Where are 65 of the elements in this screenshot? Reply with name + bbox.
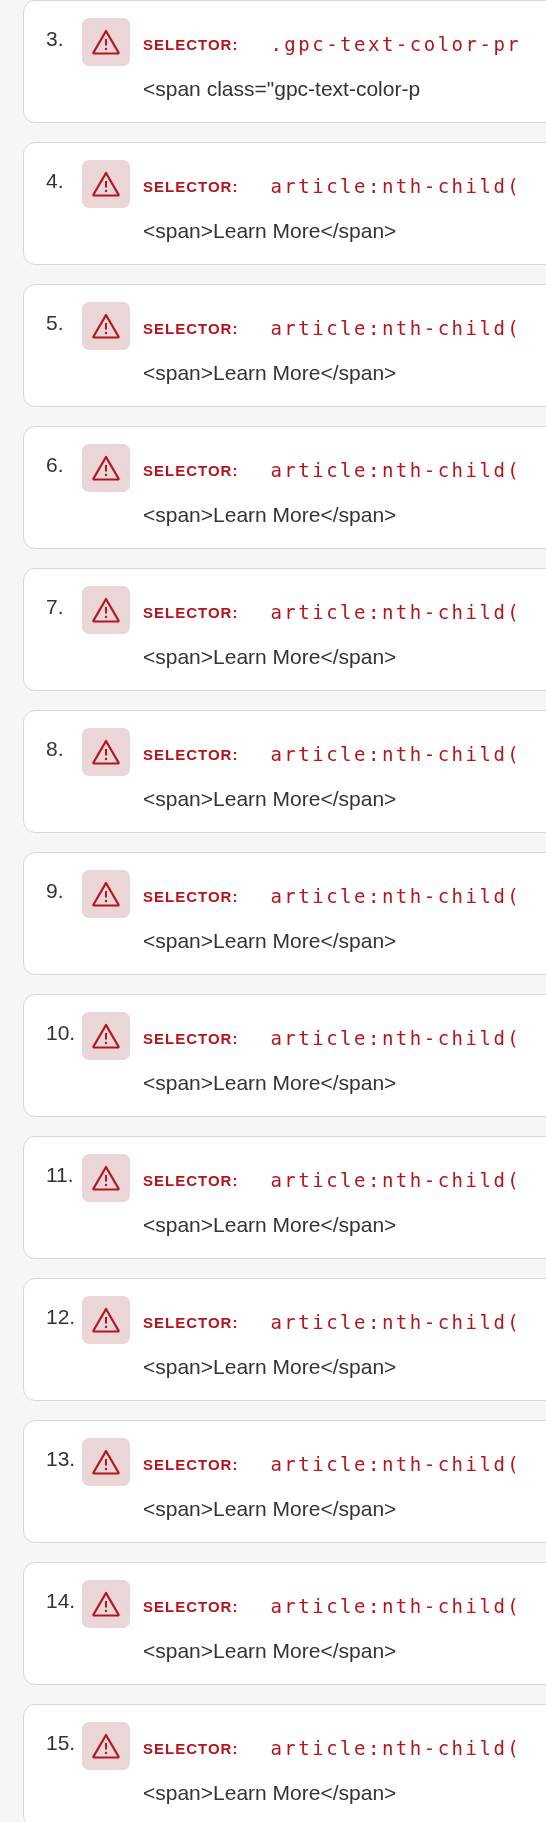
selector-code: article:nth-child(: [270, 1311, 522, 1333]
selector-label: SELECTOR:: [143, 461, 239, 479]
html-snippet: <span>Learn More</span>: [142, 787, 398, 812]
issue-number: 9.: [46, 879, 65, 903]
html-snippet: <span>Learn More</span>: [142, 1355, 398, 1380]
warning-icon: [82, 1438, 130, 1486]
warning-icon: [82, 1580, 130, 1628]
selector-code: article:nth-child(: [270, 459, 522, 481]
html-snippet: <span>Learn More</span>: [142, 1497, 398, 1522]
selector-label: SELECTOR:: [143, 1455, 239, 1473]
warning-icon: [82, 18, 130, 66]
warning-icon: [82, 728, 130, 776]
warning-icon: [82, 1154, 130, 1202]
warning-icon: [82, 1296, 130, 1344]
issue-number: 10.: [46, 1021, 77, 1045]
issue-number: 7.: [46, 595, 65, 619]
selector-label: SELECTOR:: [143, 603, 239, 621]
html-snippet: <span>Learn More</span>: [142, 1781, 398, 1806]
selector-label: SELECTOR:: [143, 35, 239, 53]
warning-icon: [82, 302, 130, 350]
selector-code: article:nth-child(: [270, 1169, 522, 1191]
selector-label: SELECTOR:: [143, 319, 239, 337]
warning-icon: [82, 444, 130, 492]
selector-code: .gpc-text-color-pr: [270, 33, 522, 55]
issue-number: 3.: [46, 27, 65, 51]
html-snippet: <span>Learn More</span>: [142, 645, 398, 670]
selector-code: article:nth-child(: [270, 1737, 522, 1759]
warning-icon: [82, 160, 130, 208]
selector-code: article:nth-child(: [270, 317, 522, 339]
selector-label: SELECTOR:: [143, 1029, 239, 1047]
selector-code: article:nth-child(: [270, 175, 522, 197]
selector-label: SELECTOR:: [143, 1739, 239, 1757]
html-snippet: <span>Learn More</span>: [142, 361, 398, 386]
issue-number: 11.: [46, 1163, 75, 1187]
issue-number: 6.: [46, 453, 65, 477]
html-snippet: <span>Learn More</span>: [142, 219, 398, 244]
html-snippet: <span class="gpc-text-color-p: [142, 77, 422, 102]
warning-icon: [82, 870, 130, 918]
html-snippet: <span>Learn More</span>: [142, 929, 398, 954]
selector-label: SELECTOR:: [143, 177, 239, 195]
warning-icon: [82, 1012, 130, 1060]
selector-label: SELECTOR:: [143, 745, 239, 763]
issue-number: 8.: [46, 737, 65, 761]
selector-code: article:nth-child(: [270, 1027, 522, 1049]
issue-number: 13.: [46, 1447, 77, 1471]
selector-code: article:nth-child(: [270, 601, 522, 623]
issue-number: 12.: [46, 1305, 77, 1329]
selector-label: SELECTOR:: [143, 887, 239, 905]
selector-code: article:nth-child(: [270, 1595, 522, 1617]
selector-label: SELECTOR:: [143, 1597, 239, 1615]
selector-label: SELECTOR:: [143, 1313, 239, 1331]
selector-code: article:nth-child(: [270, 885, 522, 907]
html-snippet: <span>Learn More</span>: [142, 1213, 398, 1238]
html-snippet: <span>Learn More</span>: [142, 1071, 398, 1096]
issue-number: 14.: [46, 1589, 77, 1613]
selector-code: article:nth-child(: [270, 743, 522, 765]
issue-number: 15.: [46, 1731, 77, 1755]
warning-icon: [82, 1722, 130, 1770]
warning-icon: [82, 586, 130, 634]
issue-number: 5.: [46, 311, 65, 335]
selector-code: article:nth-child(: [270, 1453, 522, 1475]
selector-label: SELECTOR:: [143, 1171, 239, 1189]
html-snippet: <span>Learn More</span>: [142, 1639, 398, 1664]
html-snippet: <span>Learn More</span>: [142, 503, 398, 528]
issue-number: 4.: [46, 169, 65, 193]
